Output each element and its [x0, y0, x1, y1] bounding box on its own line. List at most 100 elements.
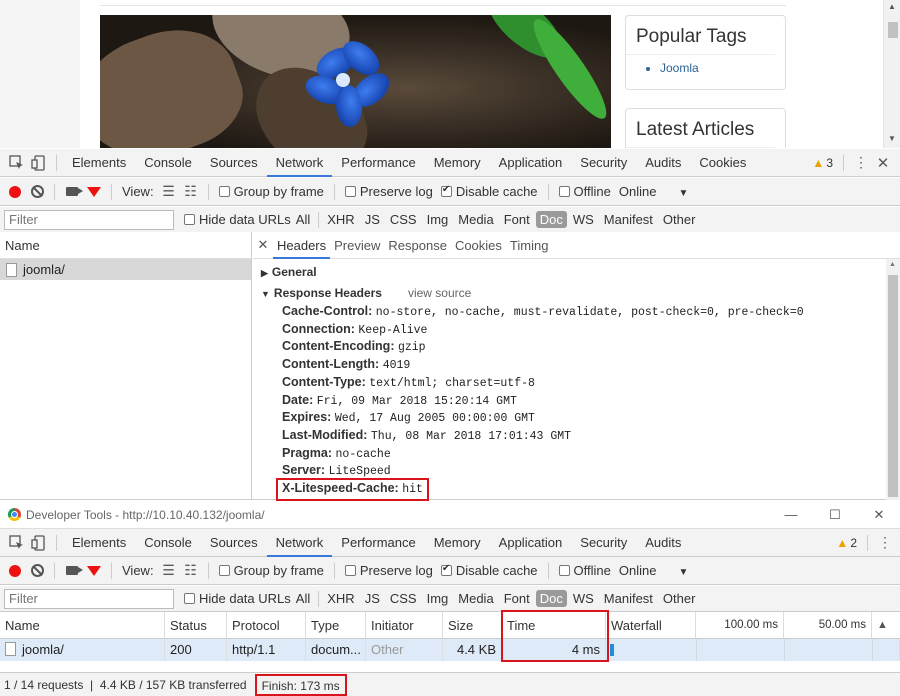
response-headers-section-toggle[interactable]: ▼ Response Headers view source: [261, 286, 471, 300]
tab-performance[interactable]: Performance: [332, 149, 424, 177]
tab-headers[interactable]: Headers: [273, 232, 331, 259]
sort-up-icon[interactable]: ▲: [872, 612, 900, 639]
filter-media[interactable]: Media: [454, 211, 497, 228]
column-header-initiator[interactable]: Initiator: [366, 612, 443, 639]
preserve-log-checkbox[interactable]: Preserve log: [344, 563, 433, 578]
tab-audits[interactable]: Audits: [636, 529, 690, 557]
filter-ws[interactable]: WS: [569, 211, 598, 228]
tab-security[interactable]: Security: [571, 529, 636, 557]
tab-security[interactable]: Security: [571, 149, 636, 177]
maximize-icon[interactable]: ☐: [812, 501, 858, 529]
column-header-status[interactable]: Status: [165, 612, 227, 639]
disable-cache-checkbox[interactable]: Disable cache: [440, 184, 538, 199]
tab-preview[interactable]: Preview: [330, 232, 384, 259]
tab-network[interactable]: Network: [266, 529, 333, 557]
group-by-frame-checkbox[interactable]: Group by frame: [218, 184, 324, 199]
record-icon[interactable]: [4, 560, 26, 582]
cell-name[interactable]: joomla/: [0, 639, 165, 661]
filter-ws[interactable]: WS: [569, 590, 598, 607]
offline-checkbox[interactable]: Offline: [558, 563, 611, 578]
tab-response[interactable]: Response: [384, 232, 451, 259]
minimize-icon[interactable]: —: [768, 501, 814, 529]
close-devtools-icon[interactable]: ✕: [872, 152, 894, 174]
throttling-select[interactable]: Online ▼: [619, 184, 688, 199]
tab-sources[interactable]: Sources: [201, 529, 267, 557]
tab-performance[interactable]: Performance: [332, 529, 424, 557]
more-options-icon[interactable]: ⋮: [874, 532, 896, 554]
scroll-up-arrow-icon[interactable]: ▲: [888, 2, 896, 11]
tab-application[interactable]: Application: [490, 149, 572, 177]
filter-all[interactable]: All: [292, 590, 314, 607]
warning-count[interactable]: 2: [850, 536, 857, 550]
close-window-icon[interactable]: ✕: [856, 501, 900, 529]
filter-all[interactable]: All: [292, 211, 314, 228]
close-details-icon[interactable]: ✕: [253, 237, 273, 253]
column-header-waterfall[interactable]: Waterfall: [606, 612, 696, 639]
filter-doc[interactable]: Doc: [535, 211, 567, 228]
clear-icon[interactable]: [26, 181, 48, 203]
column-header-type[interactable]: Type: [306, 612, 366, 639]
filter-xhr[interactable]: XHR: [323, 211, 358, 228]
column-header-protocol[interactable]: Protocol: [227, 612, 306, 639]
tab-elements[interactable]: Elements: [63, 149, 135, 177]
filter-font[interactable]: Font: [500, 590, 534, 607]
filter-js[interactable]: JS: [361, 590, 384, 607]
warning-icon[interactable]: ▲: [812, 156, 824, 170]
column-header-size[interactable]: Size: [443, 612, 502, 639]
tab-cookies[interactable]: Cookies: [690, 149, 755, 177]
filter-manifest[interactable]: Manifest: [600, 590, 657, 607]
scrollbar-thumb[interactable]: [888, 22, 898, 38]
inspect-element-icon[interactable]: [6, 152, 28, 174]
tab-memory[interactable]: Memory: [425, 149, 490, 177]
filter-doc[interactable]: Doc: [535, 590, 567, 607]
filter-input[interactable]: [4, 588, 174, 609]
device-toolbar-icon[interactable]: [28, 152, 50, 174]
tab-application[interactable]: Application: [490, 529, 572, 557]
tab-cookies[interactable]: Cookies: [451, 232, 506, 259]
preserve-log-checkbox[interactable]: Preserve log: [344, 184, 433, 199]
tab-timing[interactable]: Timing: [506, 232, 553, 259]
warning-count[interactable]: 3: [826, 156, 833, 170]
throttling-select[interactable]: Online ▼: [619, 563, 688, 578]
tab-console[interactable]: Console: [135, 149, 201, 177]
large-rows-icon[interactable]: ☰: [158, 560, 180, 582]
filter-img[interactable]: Img: [423, 211, 453, 228]
overview-icon[interactable]: ☷: [180, 560, 202, 582]
scroll-down-arrow-icon[interactable]: ▼: [888, 134, 896, 143]
more-options-icon[interactable]: ⋮: [850, 152, 872, 174]
device-toolbar-icon[interactable]: [28, 532, 50, 554]
clear-icon[interactable]: [26, 560, 48, 582]
filter-input[interactable]: [4, 209, 174, 230]
group-by-frame-checkbox[interactable]: Group by frame: [218, 563, 324, 578]
filter-font[interactable]: Font: [500, 211, 534, 228]
tab-console[interactable]: Console: [135, 529, 201, 557]
hide-data-urls-checkbox[interactable]: Hide data URLs: [184, 212, 291, 227]
name-column-header[interactable]: Name: [0, 232, 251, 259]
record-icon[interactable]: [4, 181, 26, 203]
overview-icon[interactable]: ☷: [180, 181, 202, 203]
large-rows-icon[interactable]: ☰: [158, 181, 180, 203]
tab-audits[interactable]: Audits: [636, 149, 690, 177]
filter-manifest[interactable]: Manifest: [600, 211, 657, 228]
page-scrollbar[interactable]: ▲ ▼: [883, 0, 900, 148]
tab-elements[interactable]: Elements: [63, 529, 135, 557]
filter-icon[interactable]: [83, 181, 105, 203]
tab-sources[interactable]: Sources: [201, 149, 267, 177]
disable-cache-checkbox[interactable]: Disable cache: [440, 563, 538, 578]
filter-icon[interactable]: [83, 560, 105, 582]
capture-screenshots-icon[interactable]: [61, 181, 83, 203]
capture-screenshots-icon[interactable]: [61, 560, 83, 582]
warning-icon[interactable]: ▲: [836, 536, 848, 550]
filter-css[interactable]: CSS: [386, 211, 421, 228]
offline-checkbox[interactable]: Offline: [558, 184, 611, 199]
filter-img[interactable]: Img: [423, 590, 453, 607]
filter-xhr[interactable]: XHR: [323, 590, 358, 607]
general-section-toggle[interactable]: ▶ General: [261, 265, 317, 279]
request-row[interactable]: joomla/: [0, 259, 251, 280]
filter-media[interactable]: Media: [454, 590, 497, 607]
view-source-link[interactable]: view source: [408, 286, 471, 300]
column-header-name[interactable]: Name: [0, 612, 165, 639]
filter-other[interactable]: Other: [659, 211, 700, 228]
filter-js[interactable]: JS: [361, 211, 384, 228]
filter-other[interactable]: Other: [659, 590, 700, 607]
